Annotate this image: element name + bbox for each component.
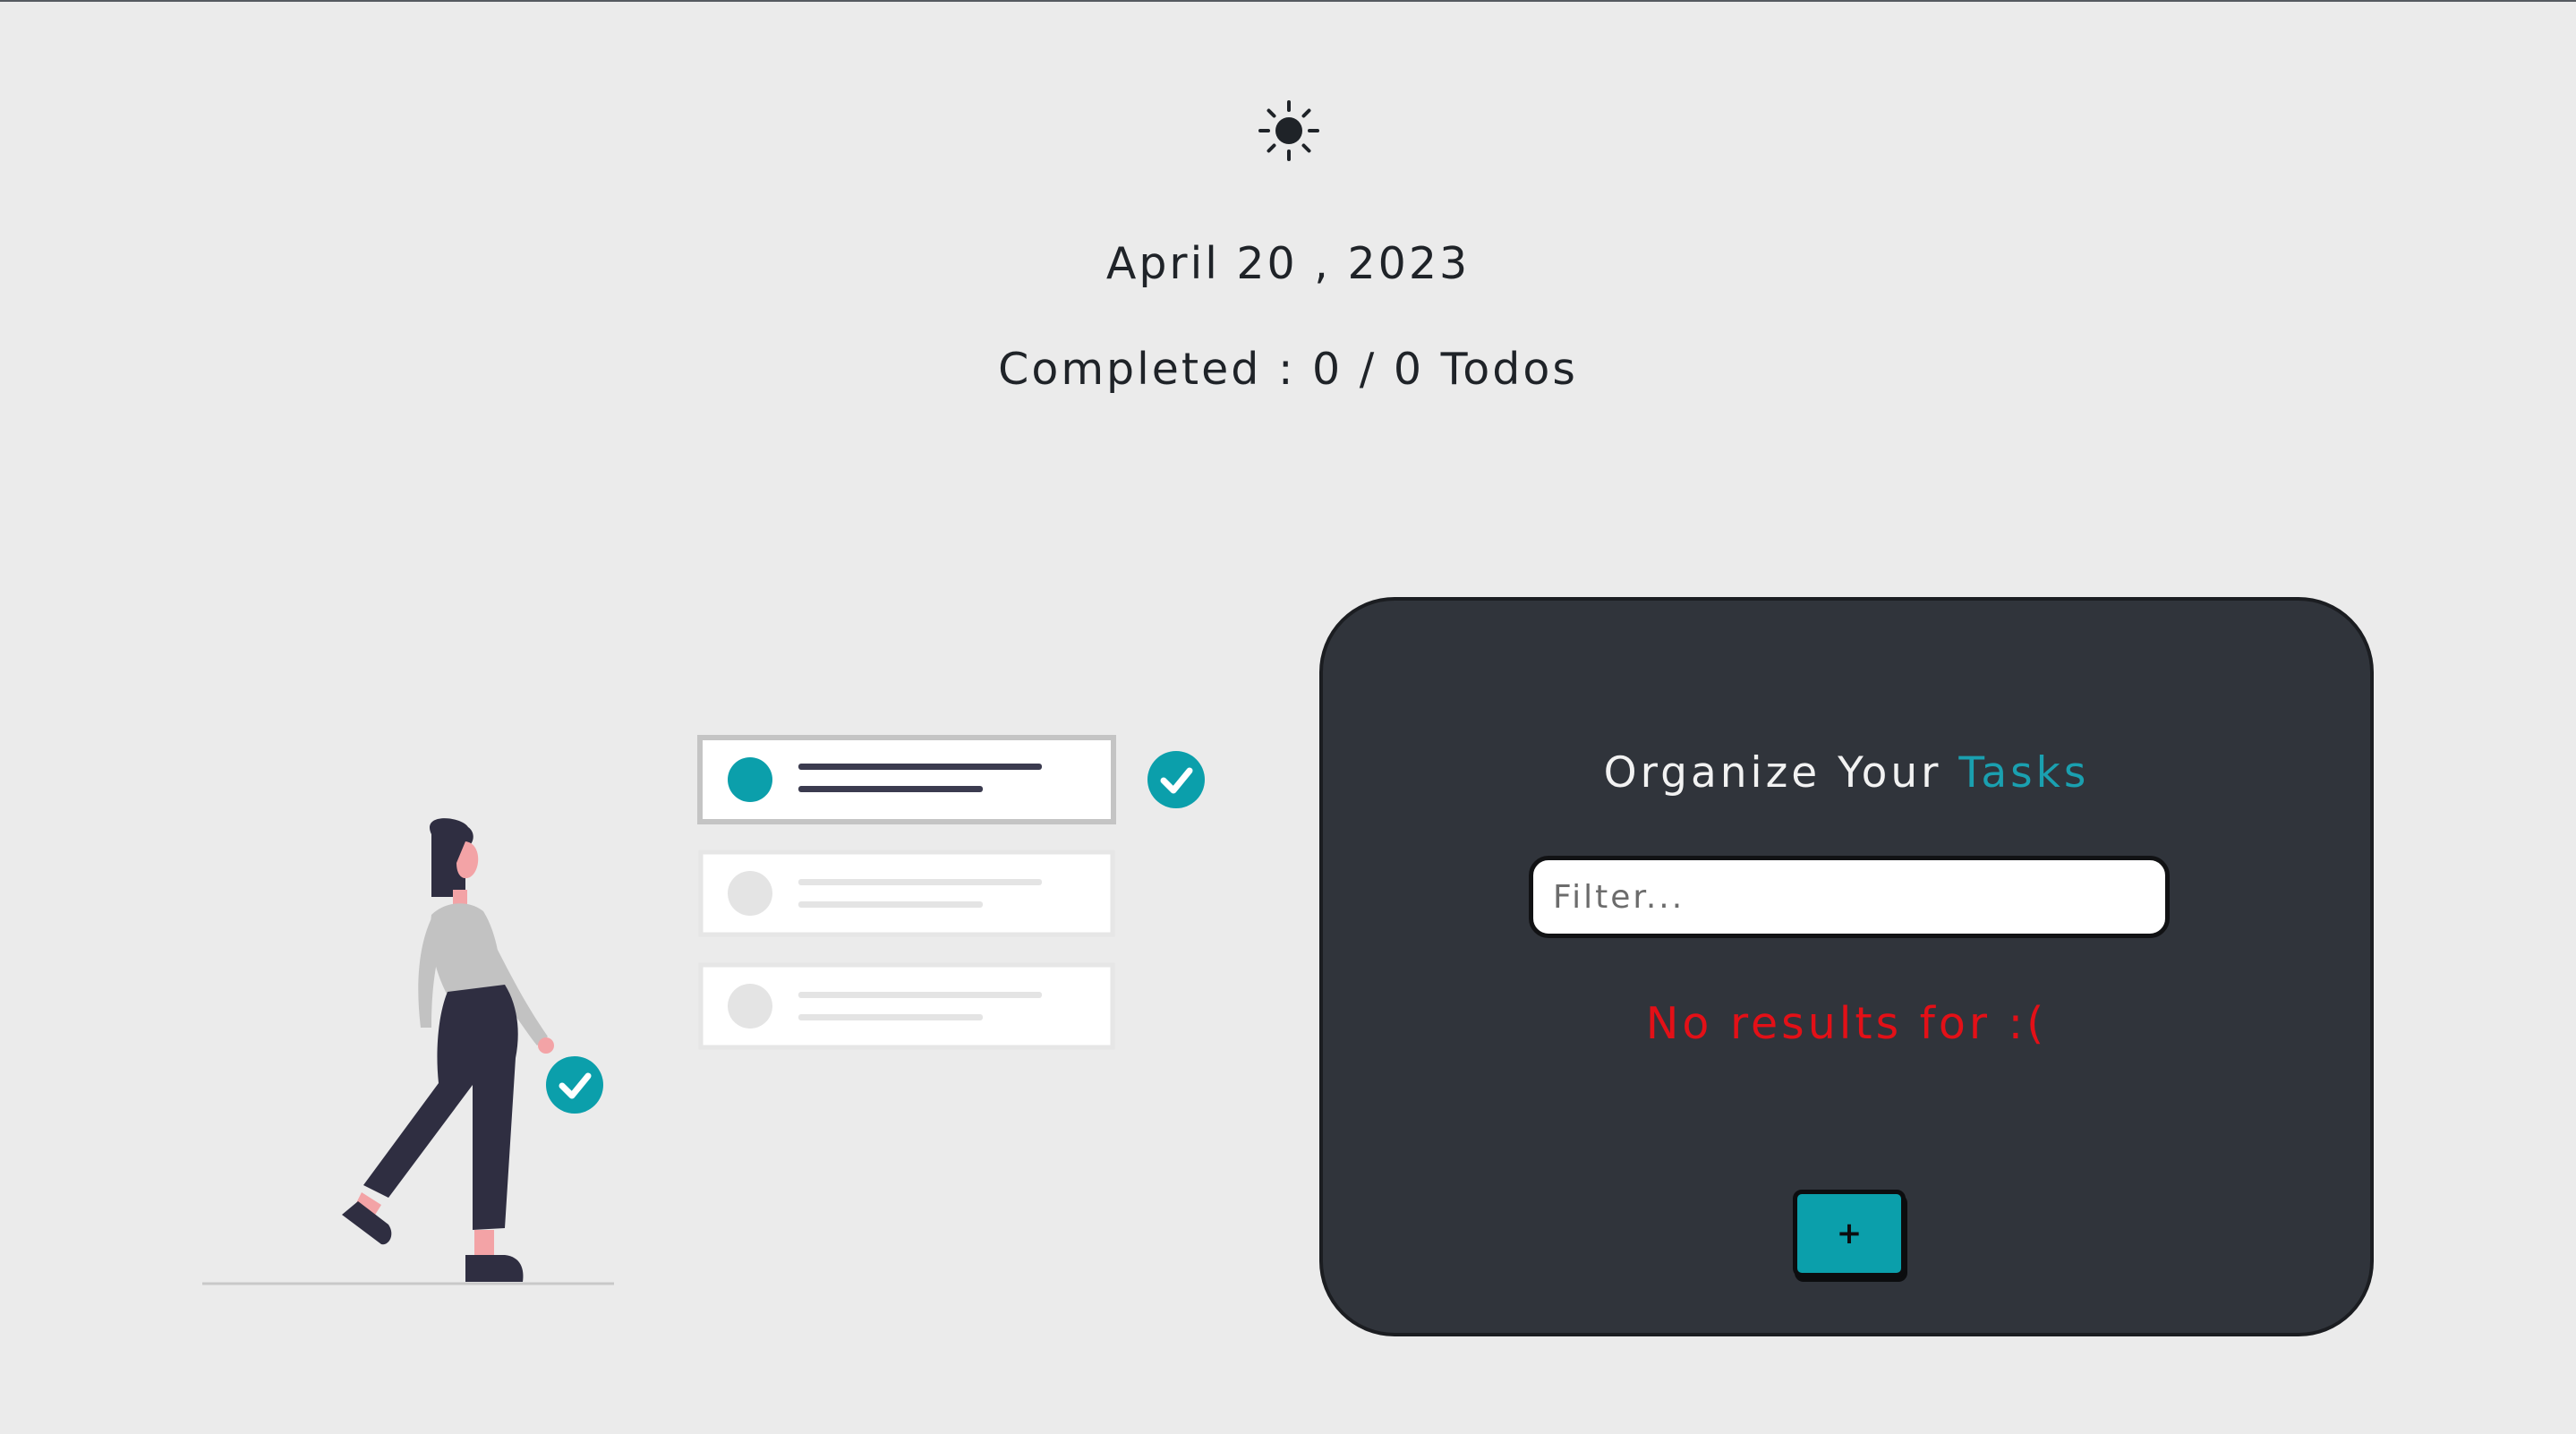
completed-separator: / [1343, 344, 1394, 395]
panel-title-prefix: Organize Your [1603, 748, 1959, 798]
todo-illustration [197, 727, 1217, 1300]
sun-icon [1258, 100, 1319, 161]
current-date: April 20 , 2023 [1105, 238, 1471, 289]
panel-title: Organize Your Tasks [1323, 744, 2370, 803]
panel-title-accent: Tasks [1958, 748, 2090, 798]
no-results-message: No results for :( [1645, 998, 2048, 1049]
checklist-card-active [697, 735, 1116, 824]
filter-input[interactable] [1529, 856, 2170, 938]
checklist-card-inactive [698, 849, 1115, 937]
checklist-check-icon [1147, 751, 1205, 808]
woman-with-checklist-illustration [202, 735, 1205, 1285]
completed-count: 0 [1312, 344, 1343, 395]
checklist-card-inactive [698, 962, 1115, 1050]
woman-figure [342, 818, 603, 1282]
completed-label: Completed : [998, 344, 1313, 395]
completed-suffix: Todos [1424, 344, 1578, 395]
todo-panel: Organize Your Tasks No results for :( + [1319, 597, 2374, 1336]
total-count: 0 [1393, 344, 1425, 395]
add-todo-button[interactable]: + [1793, 1190, 1906, 1277]
completed-counter: Completed : 0 / 0 Todos [0, 338, 2576, 401]
theme-toggle-button[interactable] [1257, 98, 1321, 163]
